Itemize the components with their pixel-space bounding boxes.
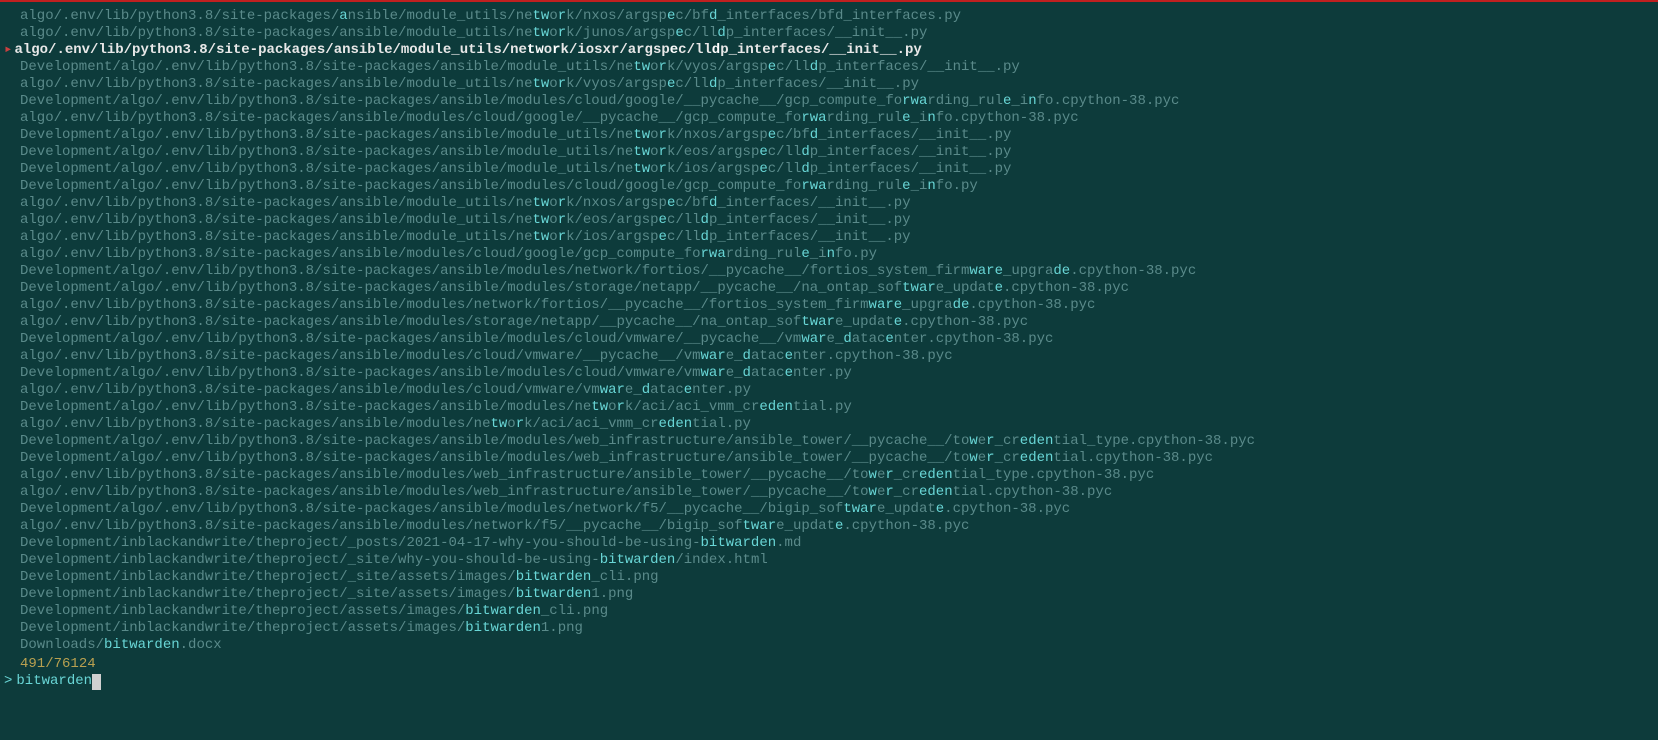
- result-line[interactable]: algo/.env/lib/python3.8/site-packages/an…: [20, 76, 1654, 93]
- result-line[interactable]: Development/algo/.env/lib/python3.8/site…: [20, 178, 1654, 195]
- fzf-results-list[interactable]: algo/.env/lib/python3.8/site-packages/an…: [0, 2, 1658, 656]
- result-line[interactable]: Development/algo/.env/lib/python3.8/site…: [20, 331, 1654, 348]
- result-line[interactable]: Development/algo/.env/lib/python3.8/site…: [20, 161, 1654, 178]
- result-line-selected[interactable]: ▸algo/.env/lib/python3.8/site-packages/a…: [4, 42, 1654, 59]
- result-line[interactable]: Development/algo/.env/lib/python3.8/site…: [20, 280, 1654, 297]
- result-line[interactable]: algo/.env/lib/python3.8/site-packages/an…: [20, 484, 1654, 501]
- result-line[interactable]: algo/.env/lib/python3.8/site-packages/an…: [20, 297, 1654, 314]
- result-line[interactable]: Development/inblackandwrite/theproject/_…: [20, 535, 1654, 552]
- result-line[interactable]: algo/.env/lib/python3.8/site-packages/an…: [20, 25, 1654, 42]
- result-line[interactable]: algo/.env/lib/python3.8/site-packages/an…: [20, 382, 1654, 399]
- result-line[interactable]: algo/.env/lib/python3.8/site-packages/an…: [20, 195, 1654, 212]
- result-line[interactable]: Development/algo/.env/lib/python3.8/site…: [20, 501, 1654, 518]
- result-line[interactable]: Development/algo/.env/lib/python3.8/site…: [20, 365, 1654, 382]
- result-line[interactable]: Development/algo/.env/lib/python3.8/site…: [20, 59, 1654, 76]
- result-line[interactable]: Development/inblackandwrite/theproject/_…: [20, 586, 1654, 603]
- fzf-prompt[interactable]: > bitwarden: [0, 673, 1658, 690]
- result-line[interactable]: Development/algo/.env/lib/python3.8/site…: [20, 433, 1654, 450]
- result-line[interactable]: algo/.env/lib/python3.8/site-packages/an…: [20, 518, 1654, 535]
- result-line[interactable]: Development/inblackandwrite/theproject/_…: [20, 552, 1654, 569]
- result-line[interactable]: algo/.env/lib/python3.8/site-packages/an…: [20, 8, 1654, 25]
- result-line[interactable]: Development/algo/.env/lib/python3.8/site…: [20, 144, 1654, 161]
- result-line[interactable]: algo/.env/lib/python3.8/site-packages/an…: [20, 314, 1654, 331]
- cursor-icon: [92, 674, 101, 690]
- result-line[interactable]: Development/inblackandwrite/theproject/_…: [20, 569, 1654, 586]
- result-line[interactable]: Development/algo/.env/lib/python3.8/site…: [20, 127, 1654, 144]
- result-line[interactable]: algo/.env/lib/python3.8/site-packages/an…: [20, 416, 1654, 433]
- result-line[interactable]: algo/.env/lib/python3.8/site-packages/an…: [20, 212, 1654, 229]
- result-line[interactable]: algo/.env/lib/python3.8/site-packages/an…: [20, 348, 1654, 365]
- selected-pointer-icon: ▸: [4, 42, 12, 59]
- result-line[interactable]: algo/.env/lib/python3.8/site-packages/an…: [20, 246, 1654, 263]
- result-line[interactable]: Downloads/bitwarden.docx: [20, 637, 1654, 654]
- result-line[interactable]: Development/inblackandwrite/theproject/a…: [20, 603, 1654, 620]
- prompt-caret-icon: >: [4, 673, 12, 690]
- result-line[interactable]: Development/algo/.env/lib/python3.8/site…: [20, 263, 1654, 280]
- result-line[interactable]: Development/algo/.env/lib/python3.8/site…: [20, 450, 1654, 467]
- result-line[interactable]: Development/inblackandwrite/theproject/a…: [20, 620, 1654, 637]
- result-line[interactable]: algo/.env/lib/python3.8/site-packages/an…: [20, 467, 1654, 484]
- result-line[interactable]: algo/.env/lib/python3.8/site-packages/an…: [20, 110, 1654, 127]
- result-line[interactable]: Development/algo/.env/lib/python3.8/site…: [20, 93, 1654, 110]
- result-line[interactable]: algo/.env/lib/python3.8/site-packages/an…: [20, 229, 1654, 246]
- result-line[interactable]: Development/algo/.env/lib/python3.8/site…: [20, 399, 1654, 416]
- fzf-match-count: 491/76124: [0, 656, 1658, 673]
- search-input[interactable]: bitwarden: [16, 673, 92, 690]
